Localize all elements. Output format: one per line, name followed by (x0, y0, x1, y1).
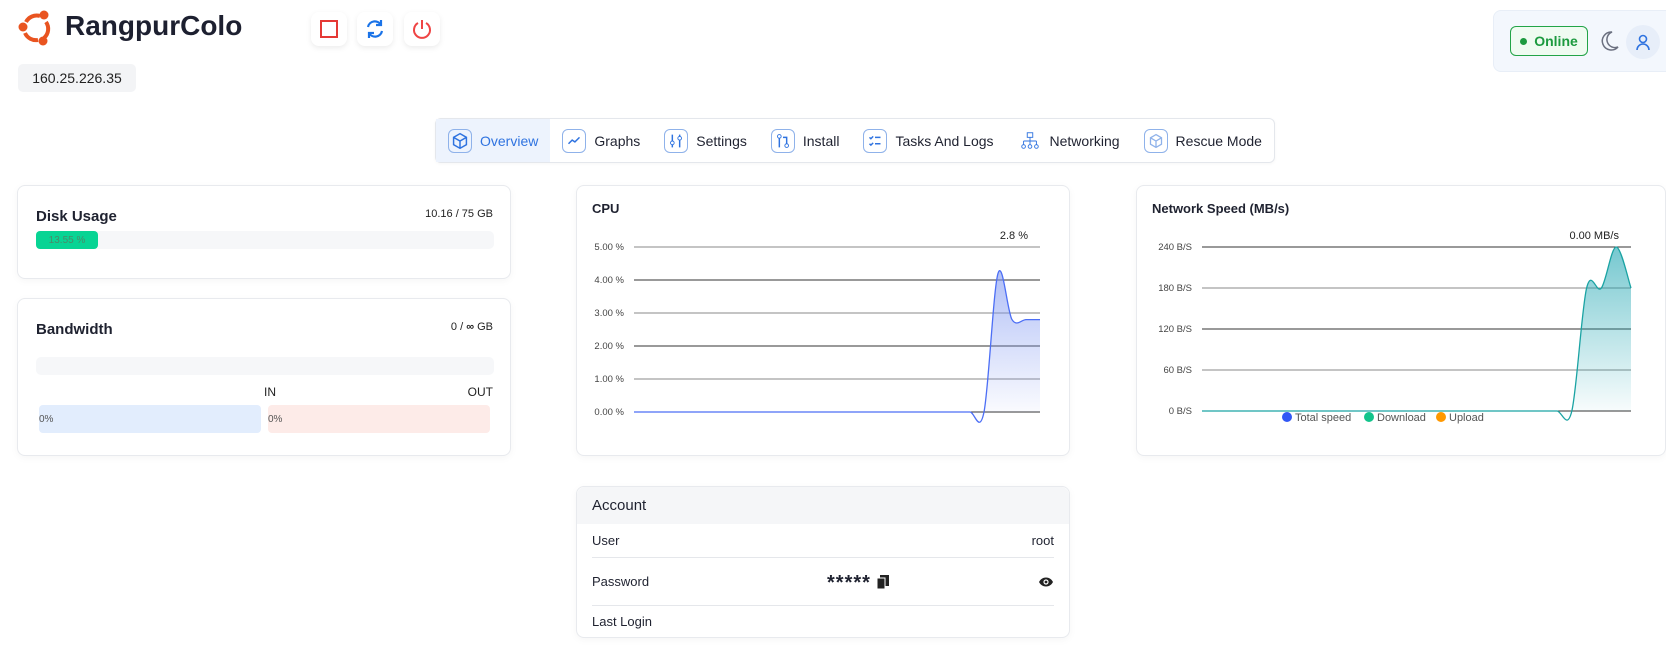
bandwidth-out-bar: 0% (268, 405, 490, 433)
user-label: User (592, 533, 620, 548)
password-masked: ***** (827, 572, 890, 595)
moon-icon[interactable] (1598, 29, 1620, 53)
bandwidth-usage-value: 0 / ∞ GB (450, 321, 493, 333)
series-area (1202, 247, 1631, 421)
power-icon (413, 20, 431, 39)
disk-progress-bar: 13.55 % (36, 231, 494, 249)
y-tick-label: 5.00 % (594, 242, 624, 253)
user-value: root (1031, 533, 1054, 548)
account-row-user: User root (592, 524, 1054, 558)
tab-label: Networking (1049, 132, 1120, 149)
y-tick-label: 0 B/S (1169, 406, 1192, 417)
stop-button[interactable] (311, 12, 347, 46)
last-login-label: Last Login (592, 614, 652, 629)
checklist-icon (863, 128, 888, 153)
bandwidth-card: Bandwidth 0 / ∞ GB IN OUT 0% 0% (17, 298, 511, 456)
tab-label: Graphs (594, 132, 641, 149)
stop-icon (320, 20, 338, 38)
cpu-card: CPU 2.8 % 0.00 % 1.00 % 2.00 % 3.00 % 4.00 % 5.… (576, 185, 1070, 456)
legend-marker-icon (1282, 412, 1292, 422)
y-tick-label: 3.00 % (594, 308, 624, 319)
current-value-label: 0.00 MB/s (1569, 230, 1619, 242)
chart-title: CPU (592, 201, 619, 216)
network-card: Network Speed (MB/s) 0.00 MB/s 0 B/S 60 B/S… (1136, 185, 1666, 456)
tab-networking[interactable]: Networking (1006, 119, 1132, 162)
bandwidth-progress-bar (36, 357, 494, 375)
power-button[interactable] (404, 12, 440, 46)
account-row-password: Password ***** (592, 558, 1054, 606)
y-tick-label: 120 B/S (1158, 324, 1192, 335)
current-value-label: 2.8 % (1000, 230, 1028, 242)
user-icon (1636, 34, 1650, 51)
ip-address: 160.25.226.35 (18, 64, 136, 92)
disk-usage-value: 10.16 / 75 GB (425, 208, 493, 220)
y-tick-label: 240 B/S (1158, 242, 1192, 253)
cpu-chart: CPU 2.8 % 0.00 % 1.00 % 2.00 % 3.00 % 4.00 % 5.… (592, 201, 1040, 423)
tab-label: Tasks And Logs (895, 132, 994, 149)
password-label: Password (592, 574, 650, 589)
tab-install[interactable]: Install (759, 119, 852, 162)
cube-outline-icon (1143, 128, 1168, 153)
sliders-icon (664, 128, 689, 153)
tab-label: Settings (696, 132, 747, 149)
account-row-last-login: Last Login (592, 606, 1054, 637)
y-tick-label: 180 B/S (1158, 283, 1192, 294)
eye-icon[interactable] (1038, 576, 1054, 588)
network-chart: Network Speed (MB/s) 0.00 MB/s 0 B/S 60 B/S… (1152, 201, 1632, 424)
sitemap-icon (1018, 129, 1042, 153)
status-badge: Online (1510, 26, 1588, 56)
legend-label: Upload (1449, 412, 1484, 424)
disk-title: Disk Usage (36, 208, 117, 225)
legend-label: Download (1377, 412, 1426, 424)
disk-progress-fill: 13.55 % (36, 231, 99, 249)
legend-marker-icon (1436, 412, 1446, 422)
status-text: Online (1534, 33, 1578, 49)
tab-settings[interactable]: Settings (652, 119, 759, 162)
y-tick-label: 4.00 % (594, 275, 624, 286)
user-menu-button[interactable] (1626, 25, 1660, 59)
status-dot-icon (1520, 37, 1528, 45)
chart-line-icon (562, 128, 587, 153)
copy-icon[interactable] (876, 575, 890, 590)
main-tabs: Overview Graphs Settings Install Tasks And L… (435, 118, 1275, 163)
y-tick-label: 1.00 % (594, 374, 624, 385)
bandwidth-title: Bandwidth (36, 321, 113, 338)
account-card: Account User root Password ***** Last Lo… (576, 486, 1070, 638)
cube-icon (448, 128, 472, 153)
chart-title: Network Speed (MB/s) (1152, 201, 1289, 216)
out-label: OUT (467, 385, 493, 399)
ubuntu-logo (18, 10, 51, 46)
y-tick-label: 60 B/S (1163, 365, 1192, 376)
status-panel: Online (1493, 10, 1666, 72)
account-title: Account (577, 487, 1069, 524)
y-tick-label: 2.00 % (594, 341, 624, 352)
tab-label: Rescue Mode (1175, 132, 1262, 149)
in-label: IN (264, 385, 276, 399)
infinity-icon: ∞ (466, 321, 475, 333)
tab-label: Install (802, 132, 840, 149)
tab-tasks-and-logs[interactable]: Tasks And Logs (851, 119, 1005, 162)
series-line (1201, 246, 1632, 421)
git-pull-icon (770, 128, 795, 153)
tab-overview[interactable]: Overview (436, 119, 551, 162)
server-name: RangpurColo (65, 10, 243, 41)
y-tick-label: 0.00 % (594, 407, 624, 418)
disk-usage-card: Disk Usage 10.16 / 75 GB 13.55 % (17, 185, 511, 279)
bandwidth-in-bar: 0% (39, 405, 261, 433)
legend-marker-icon (1364, 412, 1374, 422)
tab-rescue-mode[interactable]: Rescue Mode (1132, 119, 1274, 162)
tab-label: Overview (480, 132, 539, 149)
legend-label: Total speed (1295, 412, 1351, 424)
tab-graphs[interactable]: Graphs (550, 119, 652, 162)
refresh-icon (366, 20, 384, 38)
restart-button[interactable] (357, 12, 393, 46)
